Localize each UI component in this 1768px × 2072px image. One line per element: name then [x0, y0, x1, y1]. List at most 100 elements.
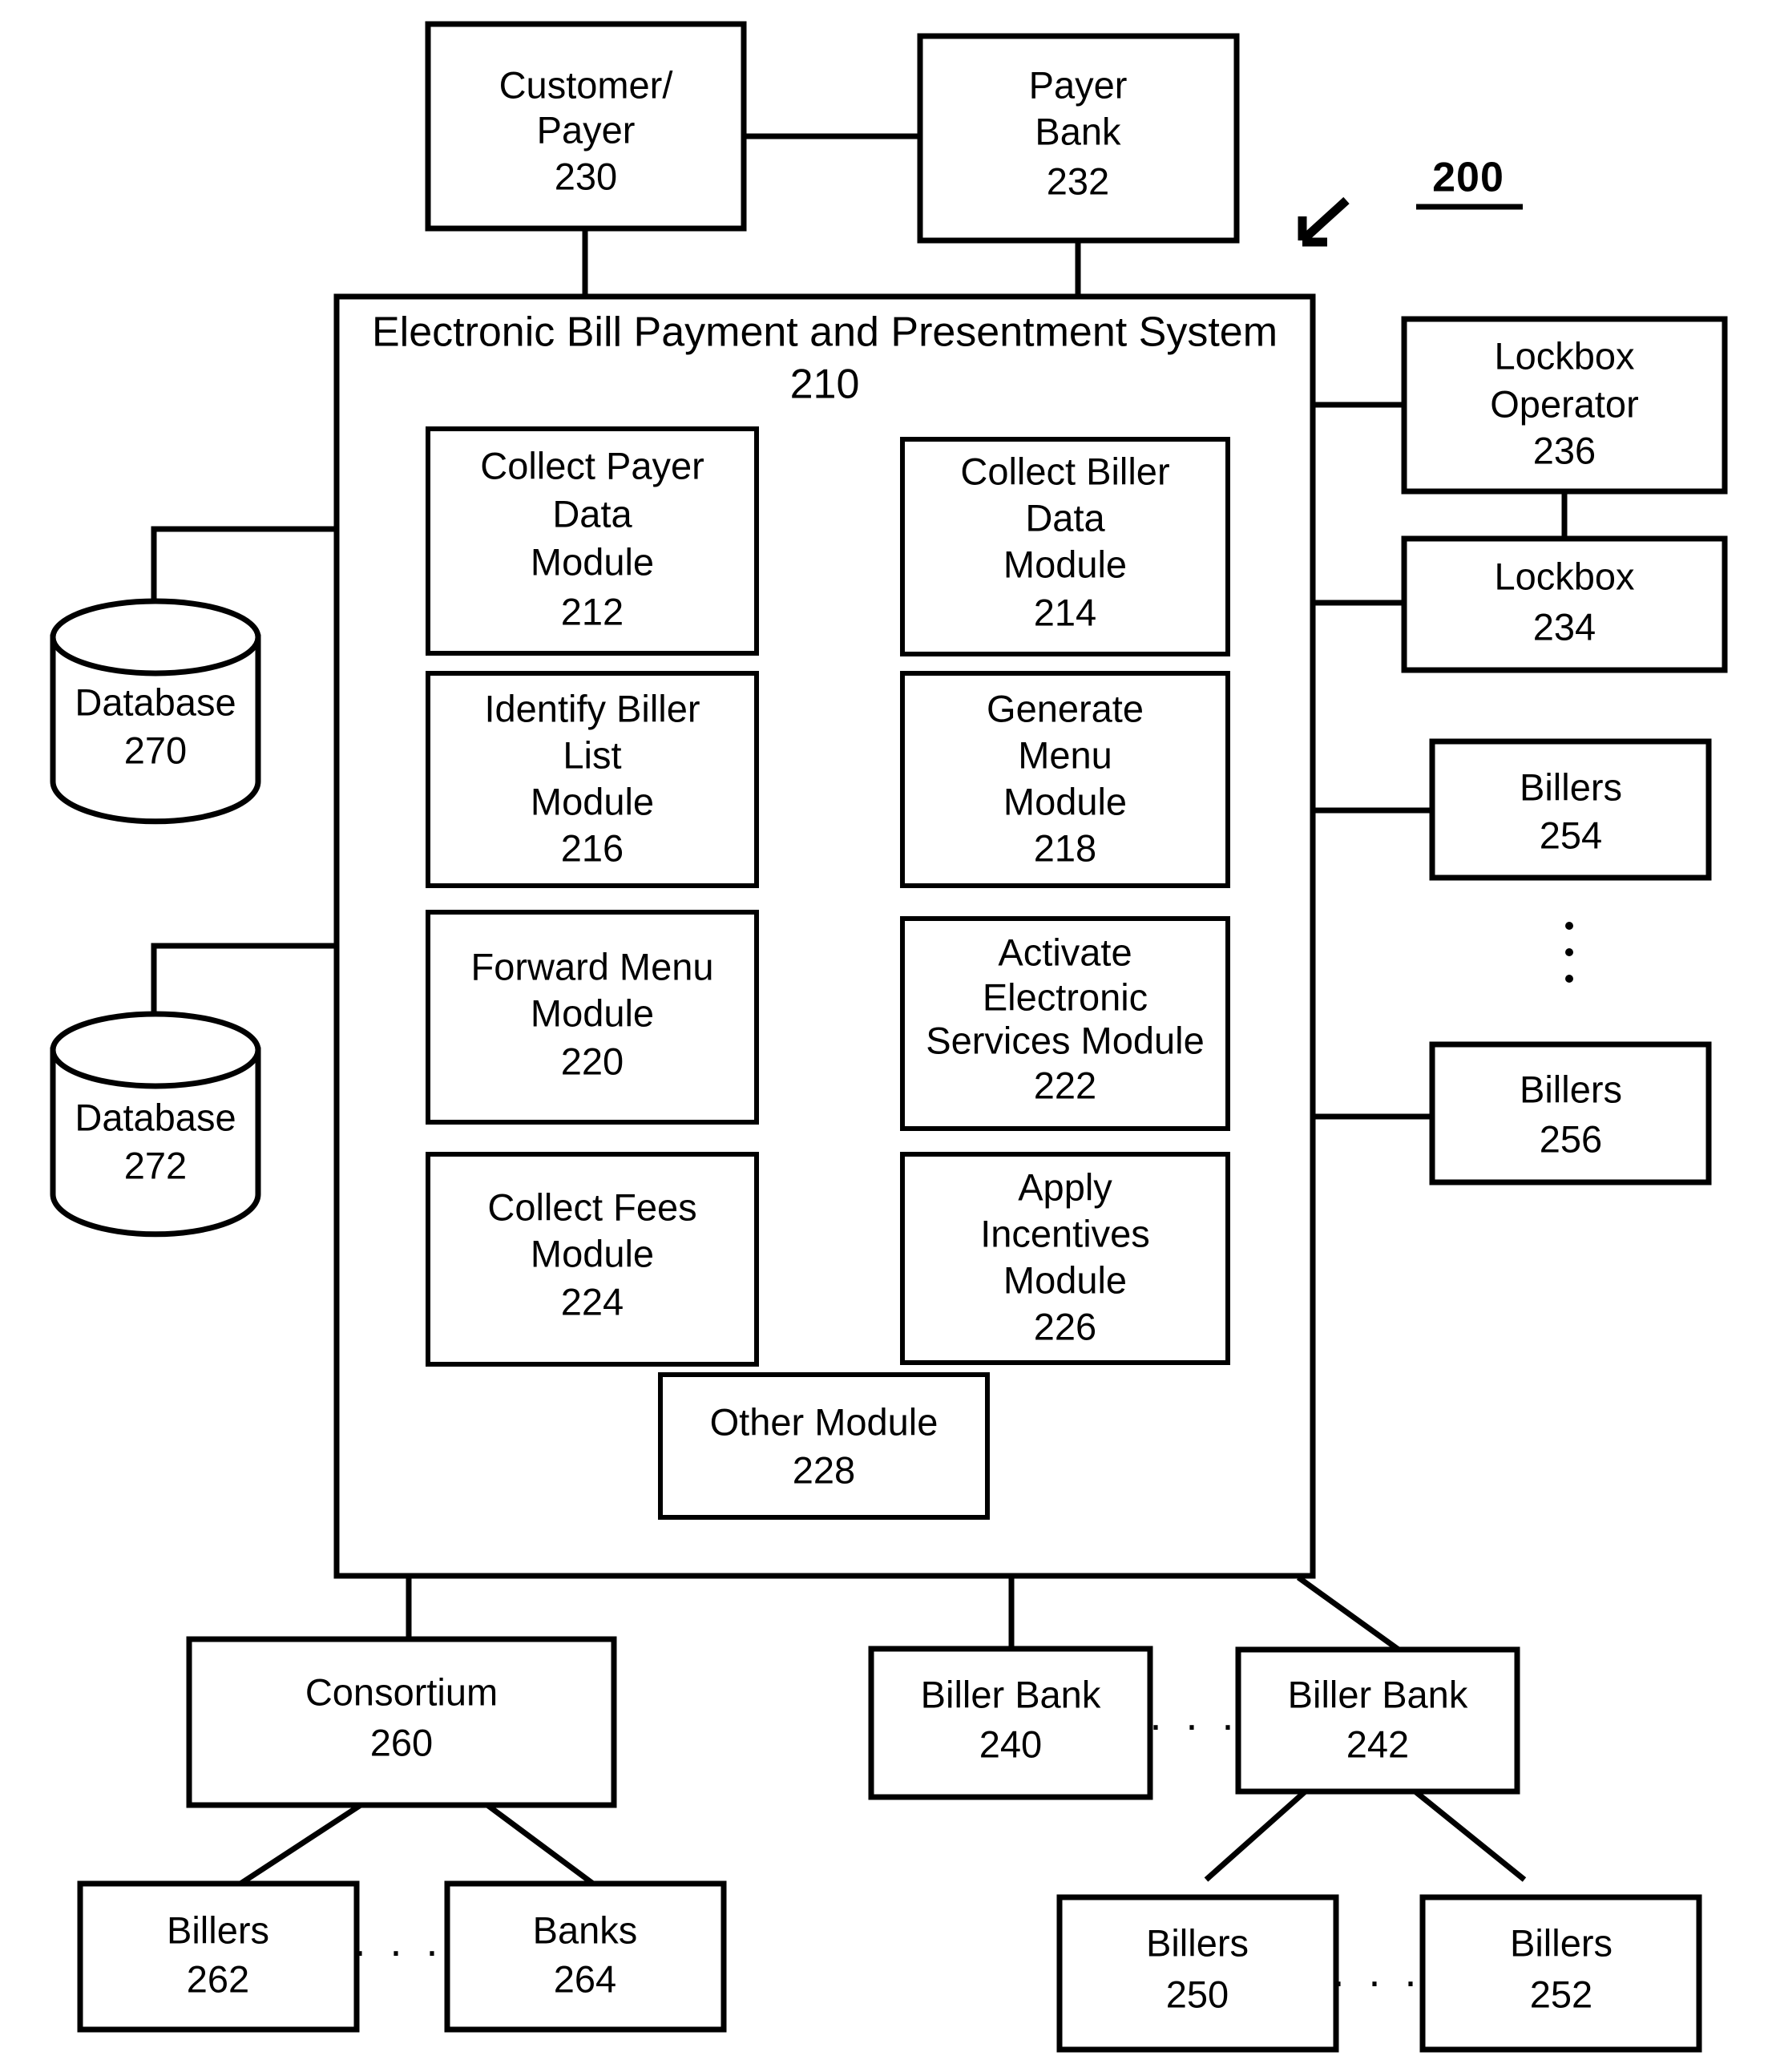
module-other[interactable]: Other Module 228 — [658, 1372, 990, 1520]
biller-bank-240-ref: 240 — [979, 1723, 1042, 1765]
module-collect-biller-data[interactable]: Collect Biller Data Module 214 — [900, 437, 1230, 656]
database-272-ref: 272 — [124, 1144, 187, 1186]
lockbox-ref: 234 — [1533, 605, 1596, 648]
database-272-node[interactable]: Database 272 — [50, 1011, 261, 1238]
ellipsis-biller-banks: · · · — [1148, 1700, 1240, 1748]
collect-payer-data-line-1: Collect Payer — [480, 444, 704, 487]
lockbox-node[interactable]: Lockbox 234 — [1401, 535, 1728, 673]
module-collect-payer-data[interactable]: Collect Payer Data Module 212 — [426, 426, 759, 656]
customer-payer-ref: 230 — [555, 155, 617, 197]
apply-incentives-line-3: Module — [1003, 1258, 1127, 1301]
banks-264-node[interactable]: Banks 264 — [444, 1880, 727, 2033]
customer-payer-node[interactable]: Customer/ Payer 230 — [425, 21, 747, 232]
database-270-label: Database — [75, 681, 236, 723]
module-generate-menu[interactable]: Generate Menu Module 218 — [900, 671, 1230, 888]
generate-menu-ref: 218 — [1034, 826, 1096, 869]
generate-menu-line-2: Menu — [1018, 733, 1112, 776]
biller-bank-242-ref: 242 — [1346, 1723, 1409, 1765]
payer-bank-label-line-2: Bank — [1035, 110, 1121, 152]
forward-menu-line-1: Forward Menu — [471, 945, 714, 988]
customer-payer-label-line-2: Payer — [537, 108, 636, 151]
generate-menu-line-3: Module — [1003, 780, 1127, 822]
billers-262-node[interactable]: Billers 262 — [77, 1880, 360, 2033]
biller-bank-242-node[interactable]: Biller Bank 242 — [1235, 1646, 1520, 1795]
database-270-node[interactable]: Database 270 — [50, 598, 261, 825]
banks-264-box[interactable] — [444, 1880, 727, 2033]
collect-biller-data-line-2: Data — [1025, 496, 1105, 539]
payer-bank-node[interactable]: Payer Bank 232 — [917, 33, 1240, 244]
lockbox-line-1: Lockbox — [1494, 555, 1634, 597]
billers-250-line-1: Billers — [1146, 1921, 1249, 1964]
biller-bank-242-box[interactable] — [1235, 1646, 1520, 1795]
billers-250-node[interactable]: Billers 250 — [1056, 1894, 1339, 2053]
database-272-cylinder-top — [50, 1011, 261, 1089]
biller-bank-240-line-1: Biller Bank — [921, 1673, 1101, 1715]
down-left-arrow-icon — [1298, 196, 1350, 247]
collect-fees-line-2: Module — [531, 1232, 654, 1274]
consortium-line-1: Consortium — [305, 1670, 498, 1713]
activate-electronic-services-ref: 222 — [1034, 1064, 1096, 1106]
apply-incentives-line-2: Incentives — [980, 1212, 1150, 1254]
billers-256-node[interactable]: Billers 256 — [1429, 1041, 1712, 1185]
customer-payer-label-line-1: Customer/ — [499, 63, 674, 106]
patent-figure-page: Customer/ Payer 230 Payer Bank 232 200 E… — [0, 0, 1768, 2072]
identify-biller-list-ref: 216 — [561, 826, 624, 869]
module-identify-biller-list[interactable]: Identify Biller List Module 216 — [426, 671, 759, 888]
module-activate-electronic-services[interactable]: Activate Electronic Services Module 222 — [900, 916, 1230, 1131]
billers-250-ref: 250 — [1166, 1973, 1229, 2015]
other-module-ref: 228 — [793, 1448, 855, 1491]
lockbox-operator-node[interactable]: Lockbox Operator 236 — [1401, 316, 1728, 495]
billers-254-ref: 254 — [1540, 814, 1602, 856]
identify-biller-list-line-3: Module — [531, 780, 654, 822]
activate-electronic-services-line-3: Services Module — [926, 1019, 1204, 1061]
collect-biller-data-line-3: Module — [1003, 543, 1127, 585]
apply-incentives-line-1: Apply — [1018, 1165, 1112, 1208]
ebpp-system-title: Electronic Bill Payment and Presentment … — [372, 309, 1278, 356]
figure-reference-numeral: 200 — [1432, 155, 1504, 201]
vertical-ellipsis-billers — [1565, 922, 1573, 983]
module-apply-incentives[interactable]: Apply Incentives Module 226 — [900, 1152, 1230, 1365]
payer-bank-label-line-1: Payer — [1029, 63, 1128, 106]
activate-electronic-services-line-1: Activate — [998, 931, 1132, 973]
billers-262-ref: 262 — [187, 1957, 249, 2000]
billers-256-line-1: Billers — [1520, 1068, 1622, 1110]
collect-fees-line-1: Collect Fees — [487, 1185, 696, 1228]
connector-biller-bank-242-to-billers-250 — [1204, 1787, 1310, 1882]
consortium-ref: 260 — [370, 1721, 433, 1763]
banks-264-line-1: Banks — [533, 1908, 638, 1951]
biller-bank-242-line-1: Biller Bank — [1288, 1673, 1468, 1715]
other-module-line-1: Other Module — [710, 1400, 938, 1443]
apply-incentives-ref: 226 — [1034, 1305, 1096, 1347]
payer-bank-ref: 232 — [1047, 160, 1109, 202]
collect-payer-data-line-2: Data — [552, 492, 632, 535]
ellipsis-billers-262-banks-264: · · · — [353, 1926, 444, 1974]
identify-biller-list-line-1: Identify Biller — [484, 687, 700, 729]
collect-biller-data-ref: 214 — [1034, 591, 1096, 633]
module-forward-menu[interactable]: Forward Menu Module 220 — [426, 910, 759, 1125]
banks-264-ref: 264 — [554, 1957, 616, 2000]
billers-254-line-1: Billers — [1520, 765, 1622, 808]
forward-menu-line-2: Module — [531, 992, 654, 1034]
other-module-box[interactable] — [658, 1372, 990, 1520]
figure-reference-group: 200 — [1298, 155, 1523, 247]
connector-biller-bank-242-to-billers-252 — [1410, 1787, 1527, 1882]
billers-256-ref: 256 — [1540, 1117, 1602, 1160]
billers-262-box[interactable] — [77, 1880, 360, 2033]
lockbox-operator-line-2: Operator — [1490, 382, 1638, 425]
consortium-node[interactable]: Consortium 260 — [186, 1636, 617, 1808]
database-270-ref: 270 — [124, 729, 187, 771]
collect-biller-data-line-1: Collect Biller — [960, 450, 1169, 492]
billers-256-box[interactable] — [1429, 1041, 1712, 1185]
ebpp-system-ref: 210 — [790, 361, 860, 408]
billers-252-node[interactable]: Billers 252 — [1419, 1894, 1702, 2053]
identify-biller-list-line-2: List — [563, 733, 621, 776]
connector-system-to-biller-bank-242 — [1296, 1575, 1401, 1652]
activate-electronic-services-line-2: Electronic — [983, 975, 1148, 1018]
ellipsis-billers-250-252: · · · — [1331, 1957, 1423, 2005]
module-collect-fees[interactable]: Collect Fees Module 224 — [426, 1152, 759, 1367]
biller-bank-240-node[interactable]: Biller Bank 240 — [868, 1646, 1153, 1800]
connector-consortium-to-billers-262 — [239, 1803, 362, 1886]
billers-254-node[interactable]: Billers 254 — [1429, 738, 1712, 881]
billers-252-ref: 252 — [1530, 1973, 1592, 2015]
billers-254-box[interactable] — [1429, 738, 1712, 881]
